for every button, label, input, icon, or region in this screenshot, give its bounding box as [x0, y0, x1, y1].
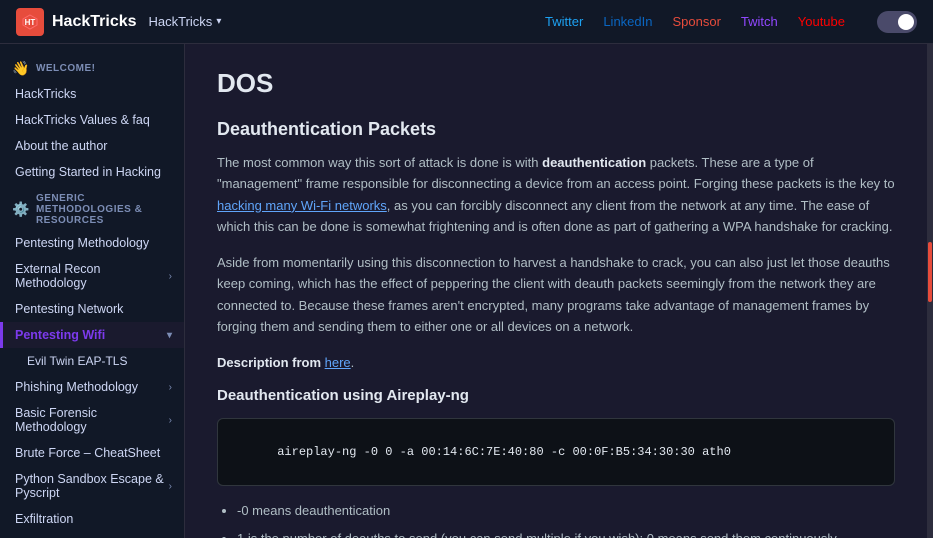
sponsor-link[interactable]: Sponsor — [672, 14, 720, 29]
youtube-link[interactable]: Youtube — [798, 14, 845, 29]
generic-icon: ⚙️ — [12, 201, 30, 218]
sidebar-item-getting-started[interactable]: Getting Started in Hacking — [0, 159, 184, 185]
sidebar-item-exfiltration[interactable]: Exfiltration — [0, 506, 184, 532]
sidebar-item-phishing[interactable]: Phishing Methodology › — [0, 374, 184, 400]
main-layout: 👋 WELCOME! HackTricks HackTricks Values … — [0, 44, 933, 538]
twitch-link[interactable]: Twitch — [741, 14, 778, 29]
chevron-right-icon: › — [169, 271, 172, 282]
chevron-down-icon: ▾ — [167, 330, 172, 341]
top-navigation: HT HackTricks HackTricks ▾ Twitter Linke… — [0, 0, 933, 44]
paragraph-1: The most common way this sort of attack … — [217, 152, 895, 238]
brand-name: HackTricks — [52, 13, 137, 31]
chevron-right-icon: › — [169, 481, 172, 492]
sidebar-item-pentesting-methodology[interactable]: Pentesting Methodology — [0, 230, 184, 256]
deauth-section-heading: Deauthentication using Aireplay-ng — [217, 387, 895, 404]
brand-logo[interactable]: HT HackTricks — [16, 8, 137, 36]
sidebar-item-tunneling[interactable]: Tunneling and Port Forwarding — [0, 532, 184, 538]
chevron-right-icon: › — [169, 415, 172, 426]
page-title: DOS — [217, 68, 895, 99]
sidebar-item-forensic[interactable]: Basic Forensic Methodology › — [0, 400, 184, 440]
wifi-networks-link[interactable]: hacking many Wi-Fi networks — [217, 198, 387, 213]
logo-icon: HT — [16, 8, 44, 36]
sidebar-item-hacktricks[interactable]: HackTricks — [0, 81, 184, 107]
svg-text:HT: HT — [25, 18, 36, 27]
welcome-section-header: 👋 WELCOME! — [0, 52, 184, 81]
section-heading-deauth: Deauthentication Packets — [217, 119, 895, 140]
chevron-right-icon: › — [169, 382, 172, 393]
description-from: Description from here. — [217, 352, 895, 373]
sidebar-item-brute-force[interactable]: Brute Force – CheatSheet — [0, 440, 184, 466]
main-content: DOS Deauthentication Packets The most co… — [185, 44, 927, 538]
linkedin-link[interactable]: LinkedIn — [603, 14, 652, 29]
here-link[interactable]: here — [325, 355, 351, 370]
paragraph-2: Aside from momentarily using this discon… — [217, 252, 895, 338]
list-item: 1 is the number of deauths to send (you … — [237, 528, 895, 538]
sidebar-item-values[interactable]: HackTricks Values & faq — [0, 107, 184, 133]
section-dropdown[interactable]: HackTricks ▾ — [149, 14, 222, 29]
code-block: aireplay-ng -0 0 -a 00:14:6C:7E:40:80 -c… — [217, 418, 895, 486]
sidebar-item-pentesting-wifi[interactable]: Pentesting Wifi ▾ — [0, 322, 184, 348]
external-links: Twitter LinkedIn Sponsor Twitch Youtube — [545, 11, 917, 33]
sidebar-item-author[interactable]: About the author — [0, 133, 184, 159]
sidebar-item-external-recon[interactable]: External Recon Methodology › — [0, 256, 184, 296]
twitter-link[interactable]: Twitter — [545, 14, 583, 29]
bullet-list: -0 means deauthentication 1 is the numbe… — [217, 500, 895, 538]
sidebar: 👋 WELCOME! HackTricks HackTricks Values … — [0, 44, 185, 538]
chevron-down-icon: ▾ — [216, 16, 221, 27]
theme-toggle[interactable] — [877, 11, 917, 33]
sidebar-item-evil-twin[interactable]: Evil Twin EAP-TLS — [0, 348, 184, 374]
sidebar-item-pentesting-network[interactable]: Pentesting Network — [0, 296, 184, 322]
sidebar-item-python-sandbox[interactable]: Python Sandbox Escape & Pyscript › — [0, 466, 184, 506]
scroll-thumb — [928, 242, 932, 302]
welcome-icon: 👋 — [12, 60, 30, 77]
scroll-indicator — [927, 44, 933, 538]
list-item: -0 means deauthentication — [237, 500, 895, 522]
generic-section-header: ⚙️ GENERIC METHODOLOGIES & RESOURCES — [0, 185, 184, 230]
